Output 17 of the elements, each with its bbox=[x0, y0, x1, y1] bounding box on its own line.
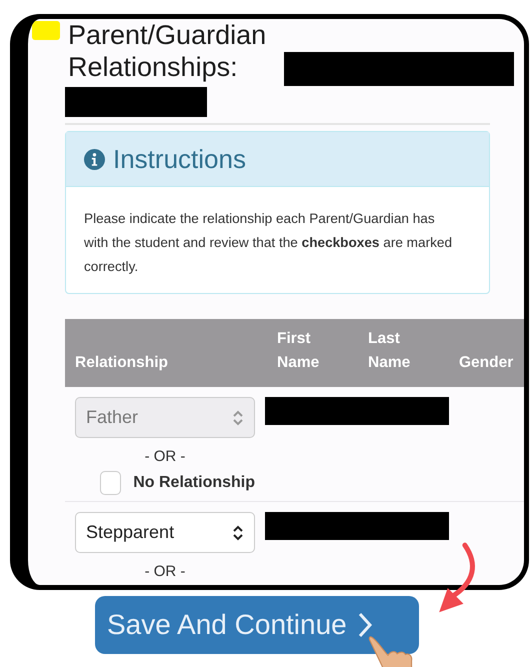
or-separator: - OR - bbox=[144, 448, 186, 465]
highlight-mark bbox=[32, 21, 60, 40]
or-separator: - OR - bbox=[144, 563, 186, 580]
up-down-arrows-icon bbox=[232, 524, 244, 540]
page-heading: Parent/Guardian Relationships: bbox=[68, 19, 268, 83]
relationship-select[interactable]: Stepparent bbox=[75, 512, 255, 553]
info-icon bbox=[84, 148, 105, 170]
up-down-arrows-icon bbox=[232, 410, 244, 426]
panel-title: Instructions bbox=[113, 143, 246, 176]
instructions-text: Please indicate the relationship each Parent/Guardian has with the student and review that the checkboxes are marked correctly. bbox=[83, 210, 454, 276]
column-header: Relationship bbox=[75, 353, 170, 373]
chevron-right-icon bbox=[356, 611, 373, 639]
checkbox-label: No Relationship bbox=[133, 474, 255, 492]
save-and-continue-button[interactable]: Save And Continue bbox=[95, 596, 419, 654]
column-header: Last Name bbox=[368, 329, 412, 373]
column-header: First Name bbox=[277, 329, 320, 373]
column-header: Gender bbox=[459, 353, 514, 373]
